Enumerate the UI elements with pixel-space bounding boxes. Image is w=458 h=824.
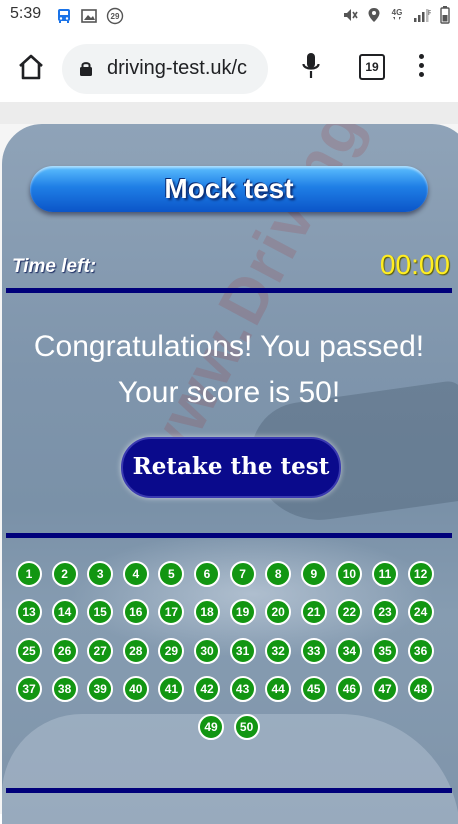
question-21-button[interactable]: 21	[300, 599, 327, 626]
question-29-button[interactable]: 29	[158, 637, 185, 664]
question-50-button[interactable]: 50	[233, 714, 260, 741]
question-28-button[interactable]: 28	[122, 637, 149, 664]
question-3-button[interactable]: 3	[87, 561, 114, 587]
score-message: Your score is 50!	[117, 376, 341, 409]
question-8-button[interactable]: 8	[265, 561, 292, 587]
question-27-button[interactable]: 27	[87, 637, 114, 664]
question-32-button[interactable]: 32	[265, 637, 292, 664]
question-4-button[interactable]: 4	[122, 561, 149, 587]
retake-test-button[interactable]: Retake the test	[121, 437, 341, 498]
question-2-button[interactable]: 2	[51, 561, 78, 587]
notification-29-icon: 29	[106, 7, 124, 30]
image-icon	[81, 8, 97, 29]
question-37-button[interactable]: 37	[16, 675, 42, 702]
question-44-button[interactable]: 44	[265, 675, 292, 702]
question-11-button[interactable]: 11	[372, 561, 398, 587]
signal-icon: R	[413, 7, 433, 28]
question-33-button[interactable]: 33	[300, 637, 327, 664]
question-6-button[interactable]: 6	[194, 561, 220, 587]
bus-icon	[56, 8, 72, 29]
question-34-button[interactable]: 34	[336, 637, 363, 664]
svg-text:29: 29	[111, 12, 120, 21]
result-message: Congratulations! You passed! Your score …	[0, 324, 458, 416]
question-35-button[interactable]: 35	[372, 637, 398, 664]
question-14-button[interactable]: 14	[51, 599, 78, 626]
question-39-button[interactable]: 39	[87, 675, 114, 702]
svg-text:R: R	[428, 10, 431, 17]
question-42-button[interactable]: 42	[194, 675, 220, 702]
microphone-icon	[302, 53, 320, 78]
question-1-button[interactable]: 1	[16, 561, 42, 587]
dot-icon	[418, 72, 424, 77]
question-48-button[interactable]: 48	[407, 675, 434, 702]
dot-icon	[418, 54, 424, 59]
lock-icon	[79, 60, 93, 82]
pass-message: Congratulations! You passed!	[33, 330, 425, 363]
time-left-value: 00:00	[379, 249, 450, 280]
address-bar[interactable]: driving-test.uk/c	[62, 44, 268, 94]
divider	[6, 533, 452, 538]
4g-icon: 4G	[390, 7, 404, 28]
mute-icon	[342, 7, 358, 28]
home-icon	[19, 54, 43, 80]
question-30-button[interactable]: 30	[194, 637, 220, 664]
url-text[interactable]: driving-test.uk/c	[107, 57, 267, 80]
question-47-button[interactable]: 47	[372, 675, 398, 702]
question-31-button[interactable]: 31	[229, 637, 256, 664]
status-time: 5:39	[10, 5, 42, 22]
background-car-hood	[2, 714, 458, 824]
question-49-button[interactable]: 49	[198, 714, 224, 741]
question-40-button[interactable]: 40	[122, 675, 149, 702]
question-45-button[interactable]: 45	[300, 675, 327, 702]
question-7-button[interactable]: 7	[229, 561, 256, 587]
question-9-button[interactable]: 9	[300, 561, 327, 587]
home-button[interactable]	[17, 54, 45, 80]
question-26-button[interactable]: 26	[51, 637, 78, 664]
question-43-button[interactable]: 43	[229, 675, 256, 702]
divider	[6, 288, 452, 293]
location-icon	[367, 7, 381, 28]
question-25-button[interactable]: 25	[16, 637, 42, 664]
mock-test-title-button[interactable]: Mock test	[30, 166, 428, 212]
status-left-icons: 29	[56, 7, 124, 30]
question-19-button[interactable]: 19	[229, 599, 256, 626]
overflow-menu-button[interactable]	[416, 54, 426, 80]
svg-text:4G: 4G	[392, 8, 403, 17]
dot-icon	[418, 63, 424, 68]
question-12-button[interactable]: 12	[407, 561, 434, 587]
question-36-button[interactable]: 36	[407, 637, 434, 664]
time-left-label: Time left:	[12, 256, 97, 277]
mock-test-panel: www.DrivingTest.UK Mock test Time left: …	[0, 124, 458, 824]
page-top-strip	[0, 102, 458, 124]
browser-toolbar: driving-test.uk/c 19	[0, 30, 458, 102]
tab-switcher-button[interactable]: 19	[359, 54, 385, 80]
battery-icon	[440, 6, 450, 29]
voice-search-button[interactable]	[301, 52, 321, 85]
question-38-button[interactable]: 38	[51, 675, 78, 702]
status-right-icons: 4G R	[342, 6, 450, 29]
question-16-button[interactable]: 16	[122, 599, 149, 626]
divider	[6, 788, 452, 793]
status-bar: 5:39 29 4G R	[0, 0, 458, 30]
question-24-button[interactable]: 24	[407, 599, 434, 626]
